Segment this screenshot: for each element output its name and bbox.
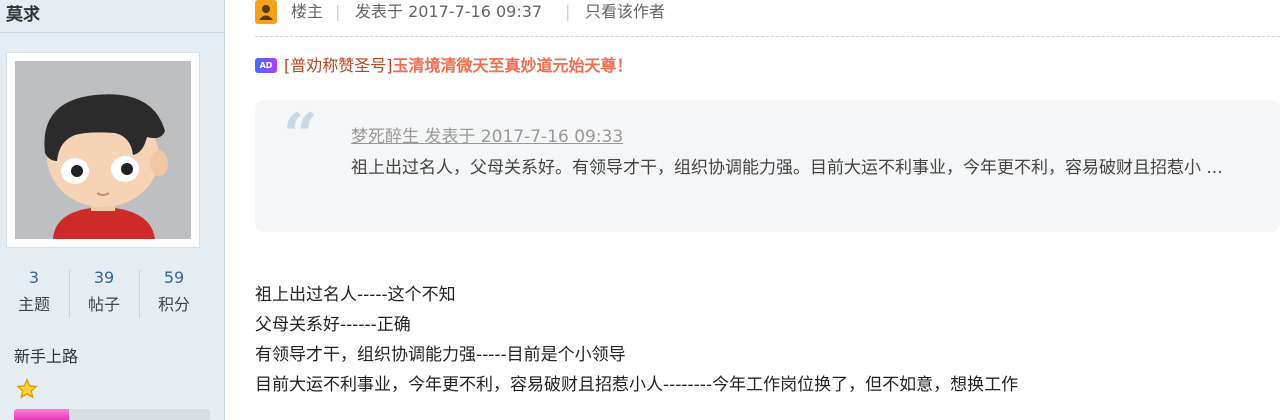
avatar-image bbox=[15, 61, 191, 239]
stat-label: 帖子 bbox=[87, 295, 120, 314]
star-icon bbox=[16, 378, 38, 404]
stat-value: 39 bbox=[93, 268, 115, 287]
content-line: 父母关系好------正确 bbox=[255, 315, 411, 335]
post-content: 祖上出过名人-----这个不知 父母关系好------正确 有领导才干，组织协调… bbox=[255, 280, 1018, 400]
quote-icon: “ bbox=[283, 101, 318, 171]
stat-points[interactable]: 59 积分 bbox=[140, 266, 208, 320]
content-line: 祖上出过名人-----这个不知 bbox=[255, 285, 456, 305]
ad-badge-icon: AD bbox=[255, 58, 277, 73]
quote-body: 祖上出过名人，父母关系好。有领导才干，组织协调能力强。目前大运不利事业，今年更不… bbox=[351, 158, 1223, 178]
author-sidebar: 莫求 3 主题 39 帖子 59 积分 新手上路 bbox=[0, 0, 225, 420]
stat-value: 59 bbox=[163, 268, 185, 287]
divider bbox=[255, 36, 1280, 37]
author-name[interactable]: 莫求 bbox=[6, 0, 40, 25]
quote-author-link[interactable]: 梦死醉生 发表于 2017-7-16 09:33 bbox=[351, 122, 623, 147]
stat-value: 3 bbox=[28, 268, 40, 287]
ad-text: 玉清境清微天至真妙道元始天尊！ bbox=[392, 56, 633, 75]
divider bbox=[0, 32, 224, 33]
stat-threads[interactable]: 3 主题 bbox=[0, 266, 68, 320]
stat-posts[interactable]: 39 帖子 bbox=[70, 266, 138, 320]
author-only-link[interactable]: 只看该作者 bbox=[585, 0, 665, 24]
stat-label: 积分 bbox=[157, 295, 190, 314]
content-line: 目前大运不利事业，今年更不利，容易破财且招惹小人--------今年工作岗位换了… bbox=[255, 375, 1019, 395]
divider: | bbox=[565, 2, 571, 21]
poster-label: 楼主 bbox=[291, 2, 324, 21]
level-progress-fill bbox=[14, 409, 69, 420]
ad-bracket-text: [普劝称赞圣号] bbox=[284, 56, 393, 75]
divider: | bbox=[335, 2, 341, 21]
post-timestamp: 发表于 2017-7-16 09:37 bbox=[355, 2, 543, 21]
level-progress-bar bbox=[14, 409, 210, 420]
avatar[interactable] bbox=[6, 52, 200, 248]
stat-label: 主题 bbox=[17, 295, 50, 314]
content-line: 有领导才干，组织协调能力强-----目前是个小领导 bbox=[255, 345, 626, 365]
post-main: 楼主 | 发表于 2017-7-16 09:37 | 只看该作者 AD [普劝称… bbox=[225, 0, 1280, 420]
user-group[interactable]: 新手上路 bbox=[14, 343, 78, 367]
ad-link[interactable]: [普劝称赞圣号]玉清境清微天至真妙道元始天尊！ bbox=[284, 54, 633, 78]
poster-badge-icon bbox=[255, 0, 277, 24]
quote-block: “ 梦死醉生 发表于 2017-7-16 09:33 祖上出过名人，父母关系好。… bbox=[255, 100, 1280, 232]
author-stats: 3 主题 39 帖子 59 积分 bbox=[0, 266, 210, 320]
